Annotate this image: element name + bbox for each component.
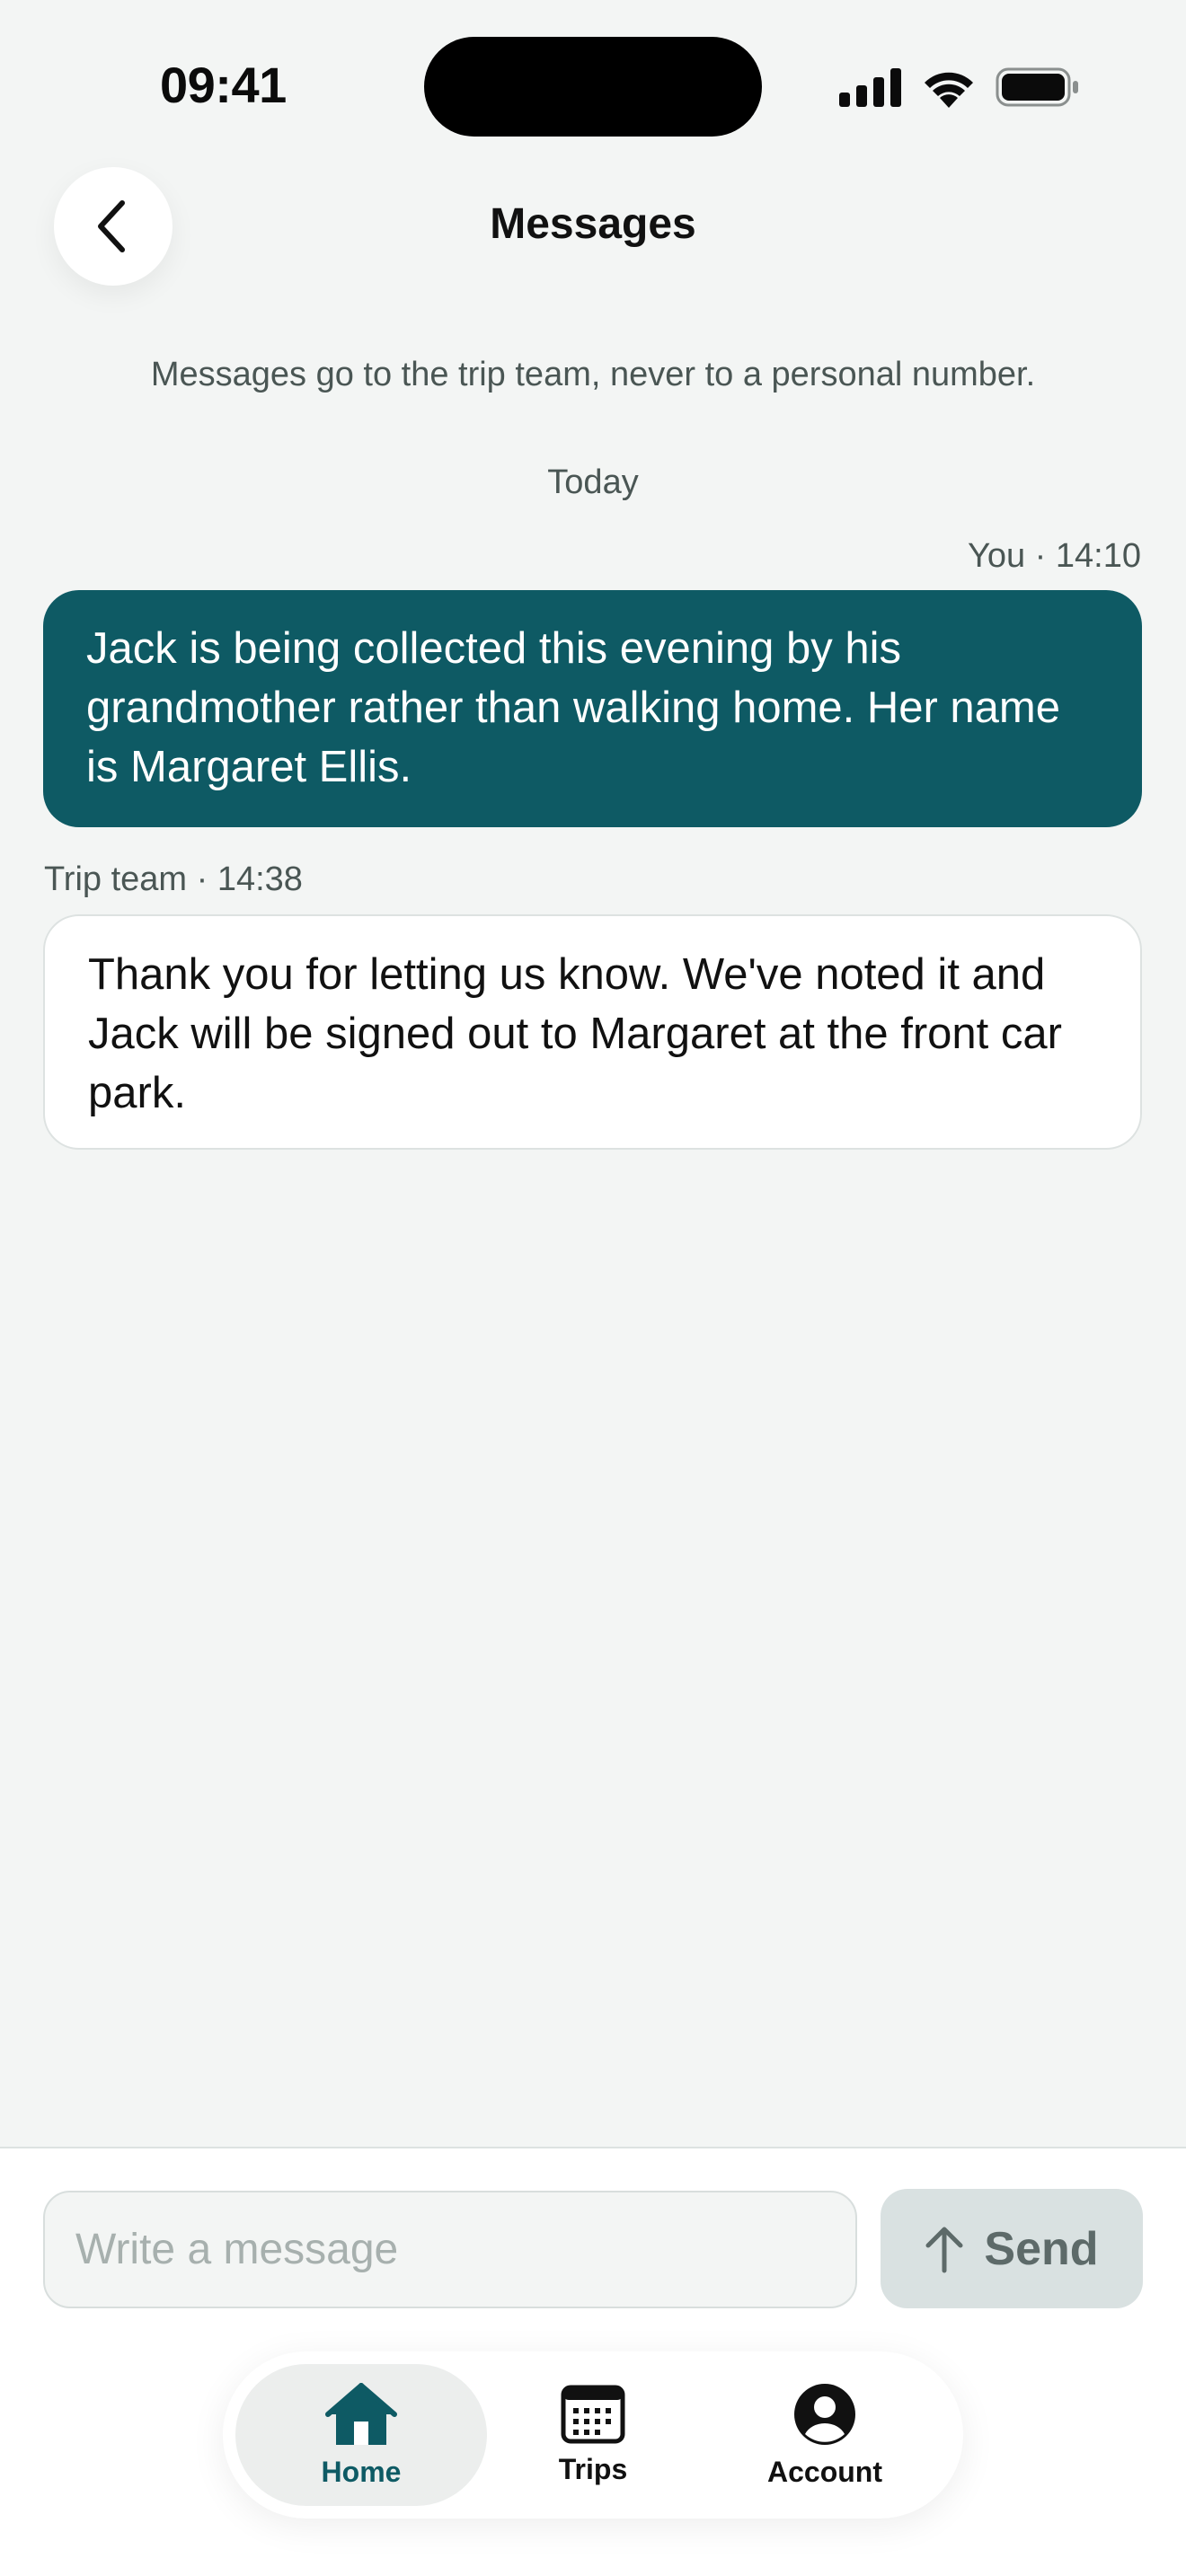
cellular-signal-icon (839, 68, 901, 107)
wifi-icon (925, 72, 973, 108)
account-icon (794, 2383, 855, 2445)
messages-screen: 09:41 Messages Messages go to the trip t… (0, 0, 1186, 2576)
dynamic-island (424, 37, 762, 137)
message-meta: Trip team · 14:38 (44, 860, 303, 898)
send-label: Send (984, 2222, 1099, 2275)
tab-bar: Home Trips Account (223, 2351, 963, 2519)
outgoing-message-bubble[interactable]: Jack is being collected this evening by … (43, 590, 1142, 827)
page-title: Messages (490, 200, 696, 248)
date-separator: Today (547, 463, 639, 501)
battery-icon (996, 67, 1078, 107)
arrow-up-icon (925, 2227, 963, 2272)
message-input[interactable] (43, 2191, 857, 2308)
send-button[interactable]: Send (881, 2189, 1143, 2308)
status-time: 09:41 (160, 57, 287, 113)
tab-trips-label: Trips (558, 2452, 628, 2485)
tab-trips[interactable]: Trips (467, 2364, 719, 2506)
tab-account[interactable]: Account (699, 2364, 951, 2506)
incoming-message-bubble[interactable]: Thank you for letting us know. We've not… (43, 914, 1142, 1150)
message-meta: You · 14:10 (968, 537, 1141, 575)
calendar-icon (561, 2385, 625, 2443)
tab-home-label: Home (321, 2455, 402, 2488)
composer-divider (0, 2147, 1186, 2148)
home-icon (325, 2382, 397, 2445)
privacy-notice: Messages go to the trip team, never to a… (150, 356, 1036, 393)
status-icons (839, 65, 1080, 110)
tab-home[interactable]: Home (235, 2364, 487, 2506)
tab-account-label: Account (767, 2455, 882, 2488)
